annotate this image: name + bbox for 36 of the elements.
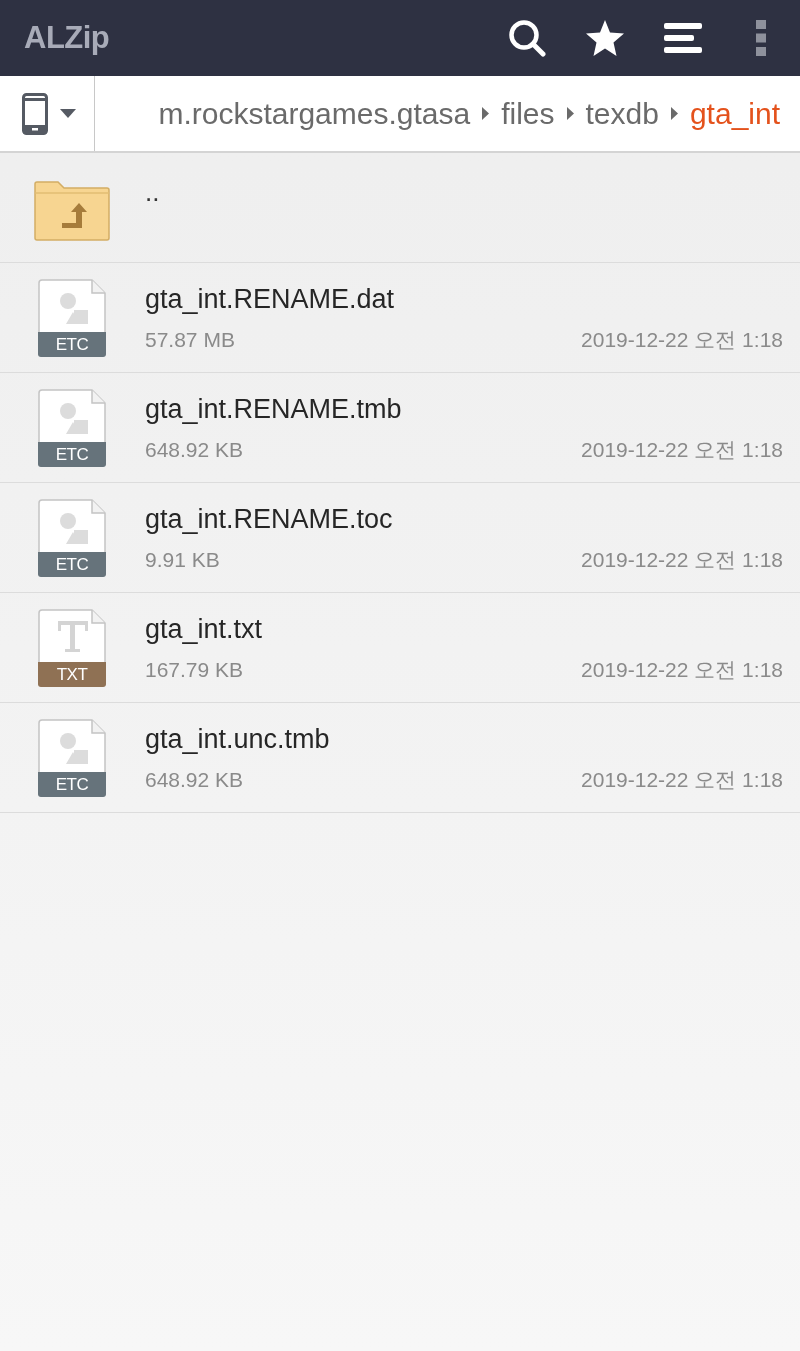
app-title: ALZip [24, 20, 111, 56]
file-name[interactable]: gta_int.unc.tmb [145, 722, 330, 756]
star-icon [586, 20, 624, 56]
more-vertical-icon [756, 20, 766, 56]
breadcrumb-link[interactable]: m.rockstargames.gtasa [158, 96, 471, 131]
file-type-badge: ETC [38, 772, 106, 797]
file-type-badge: ETC [38, 332, 106, 357]
file-type-badge: TXT [38, 662, 106, 687]
file-size: 9.91 KB [145, 547, 220, 573]
breadcrumb-link[interactable]: texdb [585, 96, 659, 131]
file-size: 648.92 KB [145, 437, 244, 463]
breadcrumb-link[interactable]: files [501, 96, 555, 131]
file-size: 57.87 MB [145, 327, 235, 353]
file-size: 167.79 KB [145, 657, 244, 683]
file-size: 648.92 KB [145, 767, 244, 793]
phone-icon [22, 92, 48, 135]
modified-date: 2019-12-22 오전 1:18 [581, 547, 783, 573]
file-type-badge: ETC [38, 442, 106, 467]
modified-date: 2019-12-22 오전 1:18 [581, 657, 783, 683]
breadcrumb-link[interactable]: gta_int [689, 96, 780, 131]
file-name[interactable]: gta_int.RENAME.dat [145, 282, 395, 316]
file-name[interactable]: gta_int.RENAME.tmb [145, 392, 402, 426]
caret-down-icon [60, 109, 76, 118]
caret-right-icon [482, 107, 490, 120]
file-type-badge: ETC [38, 552, 106, 577]
modified-date: 2019-12-22 오전 1:18 [581, 437, 783, 463]
file-name[interactable]: gta_int.txt [145, 612, 263, 646]
caret-right-icon [566, 107, 574, 120]
caret-right-icon [670, 107, 678, 120]
menu-icon [664, 23, 702, 53]
folder-up-icon [34, 181, 110, 241]
modified-date: 2019-12-22 오전 1:18 [581, 327, 783, 353]
search-icon [508, 19, 546, 57]
parent-folder-label[interactable]: .. [145, 153, 160, 209]
modified-date: 2019-12-22 오전 1:18 [581, 767, 783, 793]
file-name[interactable]: gta_int.RENAME.toc [145, 502, 393, 536]
